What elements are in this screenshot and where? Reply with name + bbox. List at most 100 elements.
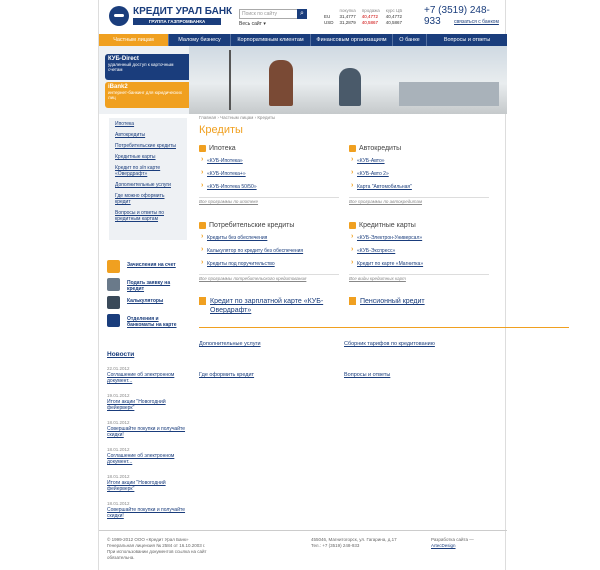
- product-link[interactable]: Кредиты под поручительство: [199, 260, 339, 267]
- page: КРЕДИТ УРАЛ БАНК ГРУППА ГАЗПРОМБАНКА Пои…: [98, 0, 569, 570]
- credit-card-icon: [349, 222, 356, 229]
- contact-bank-link[interactable]: связаться с банком: [454, 19, 499, 25]
- pension-credit[interactable]: Пенсионный кредит: [349, 297, 425, 306]
- news-link[interactable]: Итоги акции "Новогодний фейерверк": [107, 399, 189, 411]
- left-menu-item[interactable]: Потребительские кредиты: [115, 143, 181, 149]
- service-item[interactable]: Подать заявку на кредит: [107, 278, 187, 295]
- news-item: 18.01.2012 Совершайте покупки и получайте…: [107, 420, 189, 438]
- section-heading: Ипотека: [199, 145, 339, 152]
- rate-sell: 40,5867: [361, 20, 379, 25]
- pension-link[interactable]: Пенсионный кредит: [360, 298, 425, 305]
- factory-photo: [399, 82, 499, 106]
- wallet-icon: [107, 260, 120, 273]
- news-heading[interactable]: Новости: [107, 351, 134, 358]
- page-title: Кредиты: [199, 124, 243, 136]
- section-title: Кредитные карты: [359, 222, 416, 229]
- service-item[interactable]: Отделения и банкоматы на карте: [107, 314, 187, 331]
- news-link[interactable]: Совершайте покупки и получайте скидки!: [107, 507, 189, 519]
- left-menu-item[interactable]: Ипотека: [115, 121, 181, 127]
- logo-icon: [109, 6, 129, 26]
- house-icon: [199, 145, 206, 152]
- currency-rates: покупка продажа курс ЦБ EU 31,4777 40,4772 40…: [321, 8, 405, 26]
- rate-cb: 40,5867: [385, 20, 403, 25]
- product-link[interactable]: Кредиты без обеспечения: [199, 234, 339, 241]
- section-title: Автокредиты: [359, 145, 402, 152]
- faq-link[interactable]: Вопросы и ответы: [344, 372, 390, 378]
- additional-services-link[interactable]: Дополнительные услуги: [199, 341, 261, 347]
- service-item[interactable]: Зачисления на счет: [107, 260, 187, 277]
- product-link[interactable]: «КУБ-Авто 2»: [349, 170, 489, 177]
- services-list: Зачисления на счет Подать заявку на кред…: [107, 260, 187, 332]
- breadcrumb[interactable]: Главная › Частным лицам › Кредиты: [199, 115, 275, 120]
- nav-financial[interactable]: Финансовым организациям: [311, 34, 393, 46]
- news-item: 18.01.2012 Соглашение об электронном доку…: [107, 447, 189, 465]
- service-item[interactable]: Калькуляторы: [107, 296, 187, 313]
- left-menu: Ипотека Автокредиты Потребительские кред…: [109, 118, 187, 240]
- search-icon[interactable]: ⌕: [297, 9, 307, 19]
- footer-divider: [99, 530, 507, 531]
- product-link[interactable]: «КУБ-Ипотека 50/50»: [199, 183, 339, 190]
- product-link[interactable]: «КУБ-Ипотека»: [199, 157, 339, 164]
- kub-direct-button[interactable]: КУБ-Direct удаленный доступ к карточным …: [105, 54, 189, 80]
- product-link[interactable]: Карта "Автомобильная": [349, 183, 489, 190]
- search-scope-select[interactable]: Весь сайт ▾: [239, 21, 266, 27]
- news-list: 22.01.2012 Соглашение об электронном доку…: [107, 366, 189, 528]
- where-to-apply-link[interactable]: Где оформить кредит: [199, 372, 254, 378]
- hero-banner: КУБ-Direct удаленный доступ к карточным …: [99, 46, 507, 114]
- news-link[interactable]: Итоги акции "Новогодний фейерверк": [107, 480, 189, 492]
- news-link[interactable]: Соглашение об электронном документ...: [107, 453, 189, 465]
- product-link[interactable]: Калькулятор по кредиту без обеспечения: [199, 247, 339, 254]
- tariffs-link[interactable]: Сборник тарифов по кредитованию: [344, 341, 435, 347]
- section-divider: [199, 327, 569, 328]
- service-label[interactable]: Подать заявку на кредит: [127, 280, 187, 292]
- left-menu-item[interactable]: Кредит по з/п карте «Овердрафт»: [115, 165, 181, 177]
- left-menu-item[interactable]: Вопросы и ответы по кредитным картам: [115, 210, 181, 222]
- tower-graphic: [229, 50, 231, 110]
- bank-logo[interactable]: КРЕДИТ УРАЛ БАНК ГРУППА ГАЗПРОМБАНКА: [109, 6, 232, 28]
- left-menu-item[interactable]: Кредитные карты: [115, 154, 181, 160]
- nav-private[interactable]: Частным лицам: [99, 34, 169, 46]
- product-link[interactable]: Кредит по карте «Магнитка»: [349, 260, 489, 267]
- main-nav: Частным лицам Малому бизнесу Корпоративн…: [99, 34, 507, 46]
- salary-card-credit[interactable]: Кредит по зарплатной карте «КУБ-Овердраф…: [199, 297, 340, 315]
- salary-card-link[interactable]: Кредит по зарплатной карте «КУБ-Овердраф…: [210, 298, 323, 314]
- logo-subtitle: ГРУППА ГАЗПРОМБАНКА: [133, 18, 221, 25]
- map-icon: [107, 314, 120, 327]
- nav-about[interactable]: О банке: [393, 34, 427, 46]
- nav-corporate[interactable]: Корпоративным клиентам: [231, 34, 311, 46]
- news-link[interactable]: Соглашение об электронном документ...: [107, 372, 189, 384]
- all-programs-link[interactable]: Все виды кредитных карт: [349, 274, 489, 281]
- left-menu-item[interactable]: Автокредиты: [115, 132, 181, 138]
- service-label[interactable]: Калькуляторы: [127, 298, 163, 304]
- product-link[interactable]: «КУБ-Экспресс»: [349, 247, 489, 254]
- worker-photo: [269, 60, 293, 106]
- section-heading: Кредитные карты: [349, 222, 489, 229]
- product-link[interactable]: «КУБ-Электрон-Универсал»: [349, 234, 489, 241]
- news-item: 18.01.2012 Итоги акции "Новогодний фейерв…: [107, 474, 189, 492]
- product-link[interactable]: «КУБ-Ипотека+»: [199, 170, 339, 177]
- logo-name: КРЕДИТ УРАЛ БАНК: [133, 6, 233, 17]
- service-label[interactable]: Отделения и банкоматы на карте: [127, 316, 187, 328]
- all-programs-link[interactable]: Все программы по автокредитам: [349, 197, 489, 204]
- salary-card-icon: [199, 297, 206, 305]
- nav-small-business[interactable]: Малому бизнесу: [169, 34, 231, 46]
- application-icon: [107, 278, 120, 291]
- all-programs-link[interactable]: Все программы потребительского кредитова…: [199, 274, 339, 281]
- service-label[interactable]: Зачисления на счет: [127, 262, 176, 268]
- footer-developer: Разработка сайта — ArtecDesign: [431, 537, 501, 549]
- pension-icon: [349, 297, 356, 305]
- section-mortgage: Ипотека «КУБ-Ипотека» «КУБ-Ипотека+» «КУ…: [199, 145, 339, 204]
- footer-copyright: © 1999-2012 ООО «Кредит Урал Банк» Генер…: [107, 537, 227, 561]
- left-menu-item[interactable]: Дополнительные услуги: [115, 182, 181, 188]
- ibank-button[interactable]: iBank2 интернет-банкинг для юридических …: [105, 82, 189, 108]
- kub-direct-text: удаленный доступ к карточным счетам: [108, 62, 174, 72]
- all-programs-link[interactable]: Все программы по ипотеке: [199, 197, 339, 204]
- left-menu-item[interactable]: Где можно оформить кредит: [115, 193, 181, 205]
- section-title: Ипотека: [209, 145, 236, 152]
- section-cards: Кредитные карты «КУБ-Электрон-Универсал»…: [349, 222, 489, 281]
- section-heading: Автокредиты: [349, 145, 489, 152]
- nav-faq[interactable]: Вопросы и ответы: [427, 34, 507, 46]
- developer-link[interactable]: ArtecDesign: [431, 543, 456, 548]
- product-link[interactable]: «КУБ-Авто»: [349, 157, 489, 164]
- news-link[interactable]: Совершайте покупки и получайте скидки!: [107, 426, 189, 438]
